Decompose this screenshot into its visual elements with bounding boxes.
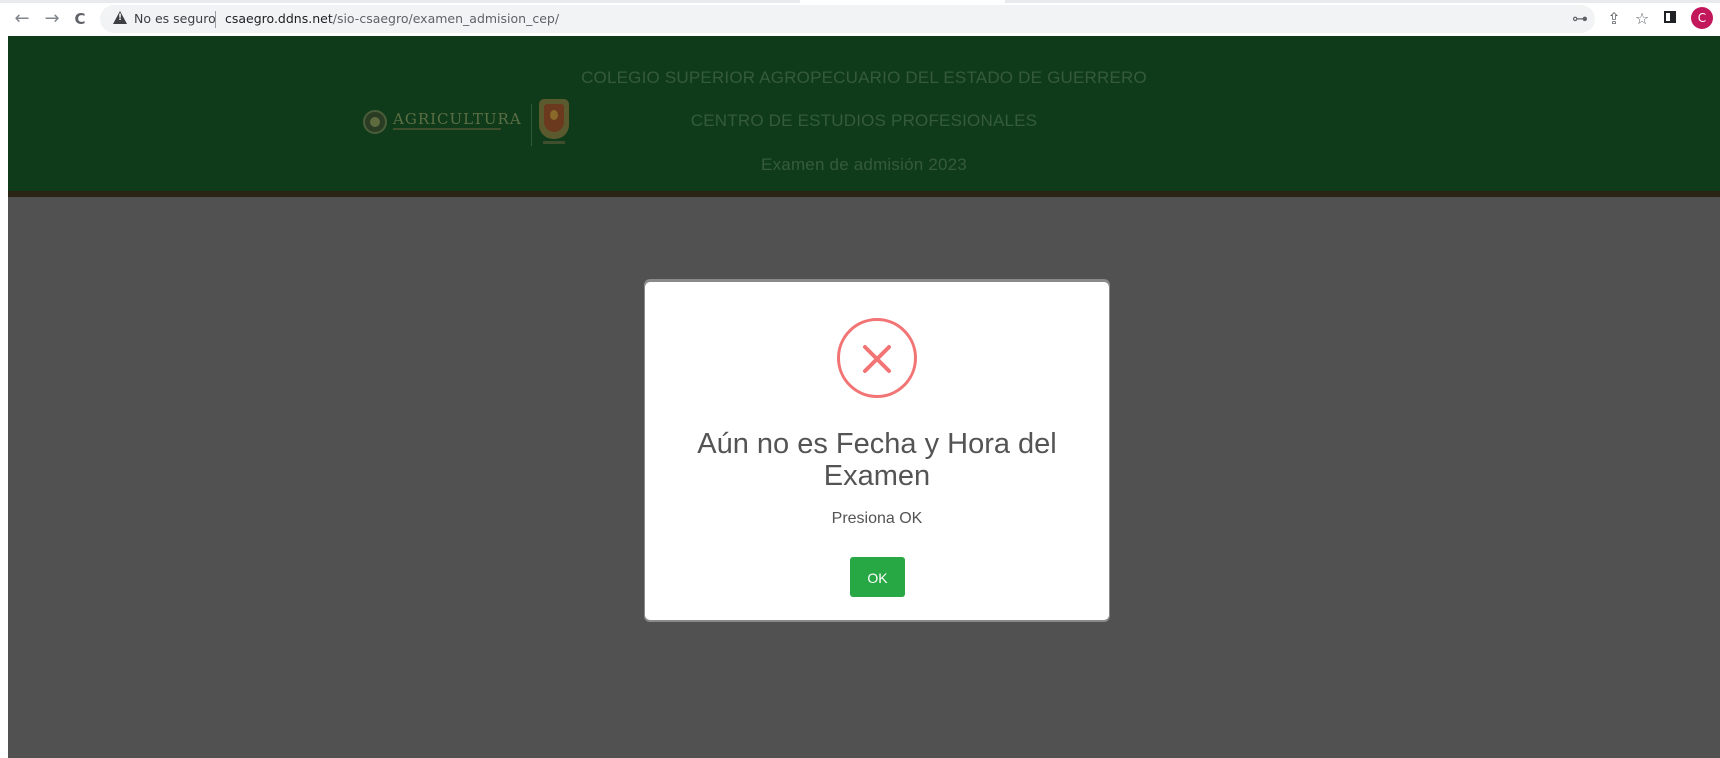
header-border [8, 191, 1720, 197]
shield-base [543, 141, 565, 144]
omnibox-divider [215, 11, 216, 28]
url-text[interactable]: csaegro.ddns.net/sio-csaegro/examen_admi… [225, 11, 559, 26]
star-icon[interactable]: ☆ [1632, 9, 1652, 29]
tab-strip-divider [0, 0, 800, 3]
alert-dialog: Aún no es Fecha y Hora del Examen Presio… [645, 282, 1109, 620]
side-panel-icon[interactable] [1664, 11, 1676, 23]
url-host: csaegro.ddns.net [225, 11, 333, 26]
dialog-title: Aún no es Fecha y Hora del Examen [697, 428, 1057, 492]
address-bar[interactable]: No es seguro csaegro.ddns.net/sio-csaegr… [100, 5, 1595, 33]
back-arrow-icon[interactable]: ← [12, 9, 32, 29]
header-exam-title: Examen de admisión 2023 [761, 155, 967, 174]
browser-toolbar: ← → C No es seguro csaegro.ddns.net/sio-… [0, 0, 1720, 36]
error-x-icon [837, 318, 917, 398]
url-path: /sio-csaegro/examen_admision_cep/ [332, 11, 560, 26]
reload-icon[interactable]: C [70, 9, 90, 29]
profile-avatar[interactable]: C [1691, 7, 1713, 29]
forward-arrow-icon[interactable]: → [42, 9, 62, 29]
tab-strip-divider [1005, 0, 1720, 3]
dialog-message: Presiona OK [831, 510, 923, 527]
ok-button[interactable]: OK [850, 557, 905, 597]
key-icon[interactable]: ⊶ [1570, 9, 1590, 29]
security-status[interactable]: No es seguro [134, 11, 216, 26]
share-icon[interactable]: ⇪ [1604, 9, 1624, 29]
header-college-name: COLEGIO SUPERIOR AGROPECUARIO DEL ESTADO… [581, 68, 1147, 87]
header-center-name: CENTRO DE ESTUDIOS PROFESIONALES [690, 111, 1038, 130]
warning-icon[interactable] [113, 11, 127, 24]
site-header: AGRICULTURA COLEGIO SUPERIOR AGROPECUARI… [8, 36, 1720, 191]
